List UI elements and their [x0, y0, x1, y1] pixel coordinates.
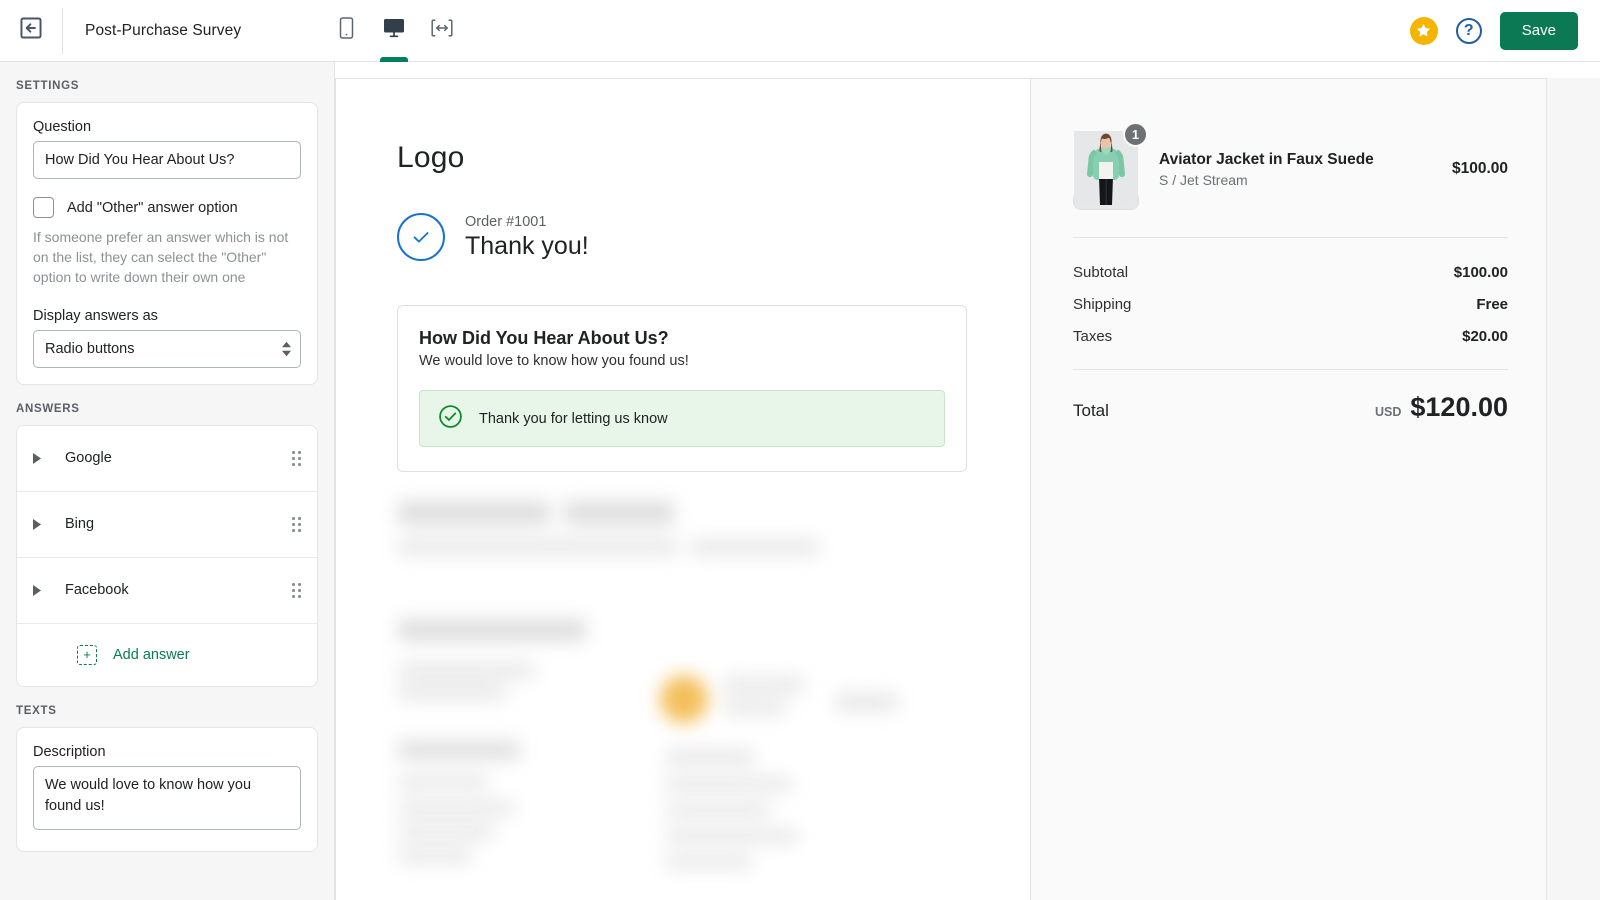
answer-label: Bing [65, 516, 95, 533]
summary-value: $20.00 [1462, 328, 1508, 345]
other-option-label: Add "Other" answer option [67, 199, 238, 216]
save-button[interactable]: Save [1499, 11, 1578, 50]
product-title: Aviator Jacket in Faux Suede [1159, 150, 1374, 168]
question-label: Question [33, 119, 92, 135]
drag-handle-icon[interactable] [292, 450, 301, 466]
caret-right-icon[interactable] [33, 518, 55, 530]
preview-canvas: Logo Order #1001 Thank you! How Did You … [335, 78, 1600, 900]
description-label: Description [33, 743, 106, 760]
summary-label: Shipping [1073, 296, 1132, 313]
texts-section-heading: TEXTS [16, 704, 57, 717]
quantity-badge: 1 [1123, 122, 1148, 147]
order-confirmation-block: Order #1001 Thank you! [397, 213, 589, 261]
other-option-checkbox[interactable] [33, 197, 54, 218]
add-answer-button[interactable]: + Add answer [17, 623, 317, 686]
preview-main-column: Logo Order #1001 Thank you! How Did You … [336, 79, 1031, 900]
device-button-mobile[interactable] [329, 0, 363, 62]
summary-row-total: Total USD $120.00 [1073, 392, 1508, 423]
check-circle-icon [438, 404, 463, 434]
device-active-indicator [428, 57, 456, 62]
summary-divider [1073, 237, 1508, 238]
desktop-monitor-icon [383, 18, 405, 43]
answers-card: Google Bing Facebook + Add answer [16, 424, 318, 687]
page-title: Post-Purchase Survey [85, 21, 242, 39]
answers-section-heading: ANSWERS [16, 402, 80, 415]
survey-success-banner: Thank you for letting us know [419, 390, 945, 447]
settings-sidebar: SETTINGS Question Add "Other" answer opt… [0, 62, 335, 900]
survey-success-text: Thank you for letting us know [479, 410, 668, 427]
answer-label: Google [65, 450, 112, 467]
summary-label: Taxes [1073, 328, 1113, 345]
order-summary-panel: 1 Aviator Jacket in Faux Suede S / Jet S… [1031, 79, 1546, 900]
full-width-icon [431, 19, 453, 42]
summary-row-taxes: Taxes $20.00 [1073, 328, 1508, 345]
question-input[interactable] [33, 141, 301, 179]
store-logo: Logo [397, 141, 465, 174]
display-answers-label: Display answers as [33, 307, 158, 324]
device-button-desktop[interactable] [377, 0, 411, 62]
survey-subtitle: We would love to know how you found us! [419, 353, 689, 369]
total-amount: $120.00 [1410, 392, 1508, 422]
device-button-full-width[interactable] [425, 0, 459, 62]
summary-row-subtotal: Subtotal $100.00 [1073, 264, 1508, 281]
check-circle-outline-icon [397, 213, 445, 261]
device-active-indicator [380, 56, 409, 62]
device-preview-switch [329, 0, 459, 62]
survey-question: How Did You Hear About Us? [419, 328, 669, 348]
total-currency: USD [1374, 405, 1402, 419]
blurred-preview-content [336, 477, 1031, 900]
display-answers-select-wrap: Radio buttons [33, 329, 301, 368]
total-label: Total [1073, 401, 1109, 420]
description-textarea[interactable] [33, 765, 301, 830]
answer-row-bing[interactable]: Bing [17, 491, 317, 558]
checkout-preview: Logo Order #1001 Thank you! How Did You … [335, 78, 1547, 900]
top-bar: Post-Purchase Survey ? Save [0, 0, 1600, 62]
drag-handle-icon[interactable] [292, 516, 301, 532]
summary-row-shipping: Shipping Free [1073, 296, 1508, 313]
thank-you-heading: Thank you! [465, 231, 589, 260]
caret-right-icon[interactable] [33, 452, 55, 464]
add-answer-label: Add answer [113, 646, 190, 663]
product-thumbnail-wrap: 1 [1073, 122, 1148, 210]
display-answers-select[interactable]: Radio buttons [33, 329, 301, 368]
plus-square-icon: + [77, 644, 97, 665]
answer-row-google[interactable]: Google [17, 425, 317, 492]
summary-value: Free [1476, 296, 1508, 313]
product-thumbnail [1073, 131, 1139, 210]
arrow-left-in-box-icon [18, 15, 44, 46]
other-option-help-text: If someone prefer an answer which is not… [33, 229, 289, 285]
device-active-indicator [332, 57, 360, 62]
toolbar-divider [62, 7, 63, 54]
product-price: $100.00 [1451, 160, 1508, 177]
texts-card: Description [16, 726, 318, 852]
summary-label: Subtotal [1073, 264, 1129, 281]
back-button[interactable] [0, 0, 62, 62]
answer-label: Facebook [65, 582, 129, 599]
caret-right-icon[interactable] [33, 584, 55, 596]
mobile-icon [339, 17, 354, 44]
settings-section-heading: SETTINGS [16, 80, 80, 92]
drag-handle-icon[interactable] [292, 582, 301, 598]
order-line-item: 1 Aviator Jacket in Faux Suede S / Jet S… [1073, 122, 1508, 210]
product-variant: S / Jet Stream [1159, 171, 1248, 188]
survey-card: How Did You Hear About Us? We would love… [397, 305, 967, 472]
question-settings-card: Question Add "Other" answer option If so… [16, 102, 318, 385]
help-icon[interactable]: ? [1455, 17, 1482, 44]
total-divider [1073, 369, 1508, 370]
star-icon[interactable] [1409, 16, 1438, 45]
total-amount-group: USD $120.00 [1375, 392, 1508, 423]
product-info: Aviator Jacket in Faux Suede S / Jet Str… [1159, 151, 1452, 188]
answer-row-facebook[interactable]: Facebook [17, 557, 317, 624]
top-bar-actions: ? Save [1409, 11, 1600, 50]
summary-value: $100.00 [1453, 264, 1508, 281]
other-option-row[interactable]: Add "Other" answer option [33, 197, 301, 218]
order-number: Order #1001 [465, 213, 547, 230]
